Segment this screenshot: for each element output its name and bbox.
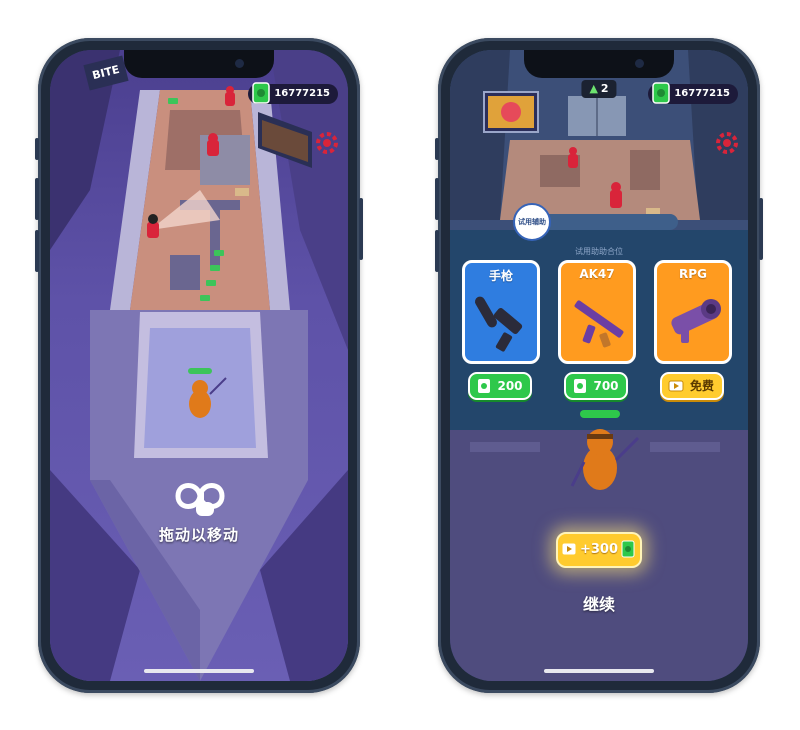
level-badge: ▲ 2 [581,80,617,98]
cash-stack-icon [252,82,271,104]
notch [124,50,274,78]
volume-down-button [435,230,439,272]
power-button [359,198,363,260]
front-camera [635,59,644,68]
buy-pistol-button[interactable]: 200 [468,372,532,400]
price-label: 免费 [689,379,714,393]
weapon-card-ak47[interactable]: AK47 [558,260,636,364]
video-ad-icon [668,380,684,392]
enemy-guard-1 [225,86,235,106]
cash-amount: 16777215 [674,88,730,99]
mute-switch [435,138,439,160]
rocket-launcher-icon [671,299,721,343]
volume-down-button [35,230,39,272]
free-rpg-button[interactable]: 免费 [660,372,724,400]
tons-lot-billboard [483,91,539,133]
left-phone: BITE 16777215 拖动以移动 [35,38,363,693]
drag-to-move-hint: 拖动以移动 [158,526,239,544]
cash-counter: 16777215 [648,82,738,104]
weapon-card-pistol[interactable]: 手枪 [462,260,540,364]
home-indicator[interactable] [544,669,654,673]
pistol-icon [475,296,523,352]
helper-caption: 试用助助合位 [575,247,623,256]
cash-stack-icon [621,540,635,558]
continue-button[interactable]: 继续 [450,591,748,615]
weapon-name: 手枪 [488,269,513,283]
weapon-card-rpg[interactable]: RPG [654,260,732,364]
front-camera [235,59,244,68]
enemy-guard-2 [207,133,219,156]
floor-tile [470,442,540,452]
cash-counter: 16777215 [248,82,338,104]
rifle-icon [574,300,624,348]
price-label: 200 [497,379,523,393]
right-game-screen: ▲ 2 16777215 试用辅助 试用助助合位 手枪 AK47 RPG 200… [450,50,748,681]
cash-stack-icon [478,379,490,393]
video-ad-icon [562,543,576,555]
volume-up-button [435,178,439,220]
cash-amount: 16777215 [274,88,330,99]
game-world [50,50,348,681]
cash-stack-icon [574,379,586,393]
weapon-name: AK47 [579,267,615,281]
buy-ak47-button[interactable]: 700 [564,372,628,400]
floor-tile [650,442,720,452]
home-indicator[interactable] [144,669,254,673]
try-helper-button[interactable]: 试用辅助 [513,203,551,241]
reward-amount: +300 [579,542,619,557]
inner-wall-2 [170,255,200,290]
gear-wrench-icon[interactable] [314,130,340,156]
enemy-guard-3 [147,214,159,238]
level-number: 2 [600,82,609,95]
notch [524,50,674,78]
left-game-screen[interactable]: BITE 16777215 拖动以移动 [50,50,348,681]
cash-stack-icon [652,82,671,104]
price-label: 700 [593,379,619,393]
wall-left [450,50,510,220]
room-wall-2 [630,150,660,190]
shop-scene [450,50,748,681]
volume-up-button [35,178,39,220]
gear-wrench-icon[interactable] [714,130,740,156]
cardboard-box [235,188,249,196]
right-phone: ▲ 2 16777215 试用辅助 试用助助合位 手枪 AK47 RPG 200… [435,38,763,693]
weapon-name: RPG [679,267,707,281]
level-up-icon: ▲ [589,82,598,95]
mute-switch [35,138,39,160]
claim-reward-button[interactable]: +300 [556,532,642,568]
power-button [759,198,763,260]
